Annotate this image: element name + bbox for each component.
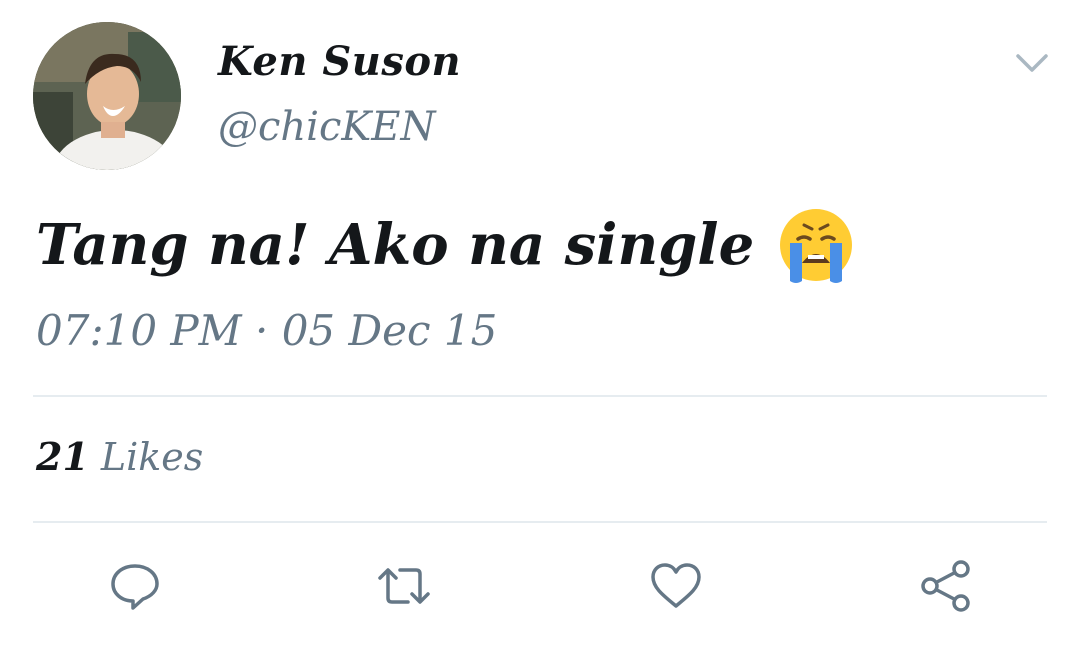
likes-count: 21	[36, 434, 89, 479]
loudly-crying-face-emoji	[776, 205, 856, 285]
like-button[interactable]	[648, 558, 704, 614]
retweet-button[interactable]	[376, 558, 432, 614]
user-handle[interactable]: @chicKEN	[218, 104, 435, 150]
tweet-text: Tang na! Ako na single	[36, 212, 755, 278]
retweet-icon	[378, 568, 430, 604]
likes-label: Likes	[100, 435, 204, 479]
avatar[interactable]	[33, 22, 181, 170]
chevron-down-icon[interactable]	[1014, 50, 1050, 76]
heart-icon	[651, 563, 701, 608]
tweet-text-container: Tang na! Ako na single	[36, 205, 856, 285]
share-icon	[921, 560, 970, 612]
divider	[33, 521, 1047, 523]
likes-stat[interactable]: 21 Likes	[36, 434, 203, 479]
display-name[interactable]: Ken Suson	[218, 38, 461, 85]
tweet-timestamp[interactable]: 07:10 PM · 05 Dec 15	[36, 306, 497, 355]
avatar-photo	[33, 22, 181, 170]
speech-bubble-icon	[111, 564, 159, 610]
divider	[33, 395, 1047, 397]
share-button[interactable]	[918, 558, 974, 614]
reply-button[interactable]	[107, 558, 163, 614]
